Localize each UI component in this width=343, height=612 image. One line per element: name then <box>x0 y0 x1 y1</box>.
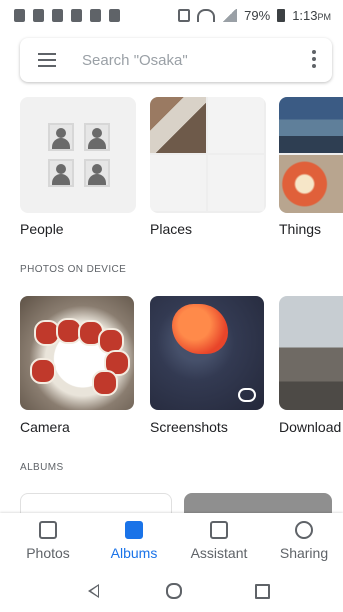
nav-sharing[interactable]: Sharing <box>274 521 334 561</box>
download-label[interactable]: Download <box>279 419 341 435</box>
location-icon <box>71 9 82 22</box>
clock-time: 1:13 <box>292 8 318 23</box>
search-bar[interactable]: Search "Osaka" <box>20 38 332 82</box>
search-input[interactable]: Search "Osaka" <box>82 52 188 69</box>
clock-ampm: PM <box>317 12 332 22</box>
camera-label[interactable]: Camera <box>20 419 70 435</box>
recent-apps-icon[interactable] <box>255 584 270 599</box>
camera-folder[interactable] <box>20 296 134 410</box>
assistant-icon <box>210 521 228 539</box>
download-folder[interactable] <box>279 296 343 410</box>
places-label[interactable]: Places <box>150 221 192 237</box>
battery-percent: 79% <box>244 8 271 23</box>
bottom-navigation: Photos Albums Assistant Sharing <box>0 513 343 572</box>
nav-sharing-label: Sharing <box>279 545 329 561</box>
place-thumbnail <box>150 97 206 153</box>
face-icon <box>84 159 110 187</box>
nav-albums[interactable]: Albums <box>104 521 164 561</box>
album-card[interactable] <box>20 493 172 514</box>
place-thumbnail-empty <box>208 155 264 211</box>
place-thumbnail-empty <box>150 155 206 211</box>
status-indicators: 79% 1:13PM <box>178 8 331 23</box>
clock: 1:13PM <box>292 8 331 23</box>
goldfish-image <box>172 304 228 354</box>
nav-assistant[interactable]: Assistant <box>184 521 254 561</box>
albums-icon <box>125 521 143 539</box>
notification-icon <box>33 9 44 22</box>
thing-thumbnail <box>279 97 343 153</box>
nav-assistant-label: Assistant <box>190 545 248 561</box>
notification-icon <box>90 9 101 22</box>
notification-icon <box>52 9 63 22</box>
more-options-icon[interactable] <box>312 50 316 71</box>
face-icon <box>48 159 74 187</box>
nav-photos[interactable]: Photos <box>20 521 76 561</box>
people-card[interactable] <box>20 97 136 213</box>
place-thumbnail-empty <box>208 97 264 153</box>
notification-icon <box>14 9 25 22</box>
screenshots-folder[interactable] <box>150 296 264 410</box>
home-icon[interactable] <box>166 583 182 599</box>
people-label[interactable]: People <box>20 221 64 237</box>
tomato-slice <box>92 370 118 396</box>
notification-icons <box>14 9 120 22</box>
status-bar: 79% 1:13PM <box>0 0 343 34</box>
section-header-albums: ALBUMS <box>20 462 64 473</box>
screenshots-label[interactable]: Screenshots <box>150 419 228 435</box>
tomato-slice <box>30 358 56 384</box>
nav-albums-label: Albums <box>110 545 158 561</box>
menu-icon[interactable] <box>38 53 56 67</box>
album-card[interactable] <box>184 493 332 513</box>
signal-icon <box>222 9 238 22</box>
thing-thumbnail <box>279 155 343 213</box>
vibrate-icon <box>178 9 191 22</box>
photos-icon <box>39 521 57 539</box>
sharing-icon <box>295 521 313 539</box>
things-label[interactable]: Things <box>279 221 321 237</box>
notification-icon <box>109 9 120 22</box>
battery-icon <box>277 9 286 22</box>
section-header-photos-on-device: PHOTOS ON DEVICE <box>20 264 127 275</box>
face-icon <box>48 123 74 151</box>
back-icon[interactable] <box>88 584 99 598</box>
wifi-icon <box>197 9 216 22</box>
things-card[interactable] <box>279 97 343 213</box>
places-card[interactable] <box>150 97 266 213</box>
system-navigation-bar <box>0 572 343 612</box>
face-icon <box>84 123 110 151</box>
not-backed-up-icon <box>238 388 256 402</box>
nav-photos-label: Photos <box>26 545 70 561</box>
